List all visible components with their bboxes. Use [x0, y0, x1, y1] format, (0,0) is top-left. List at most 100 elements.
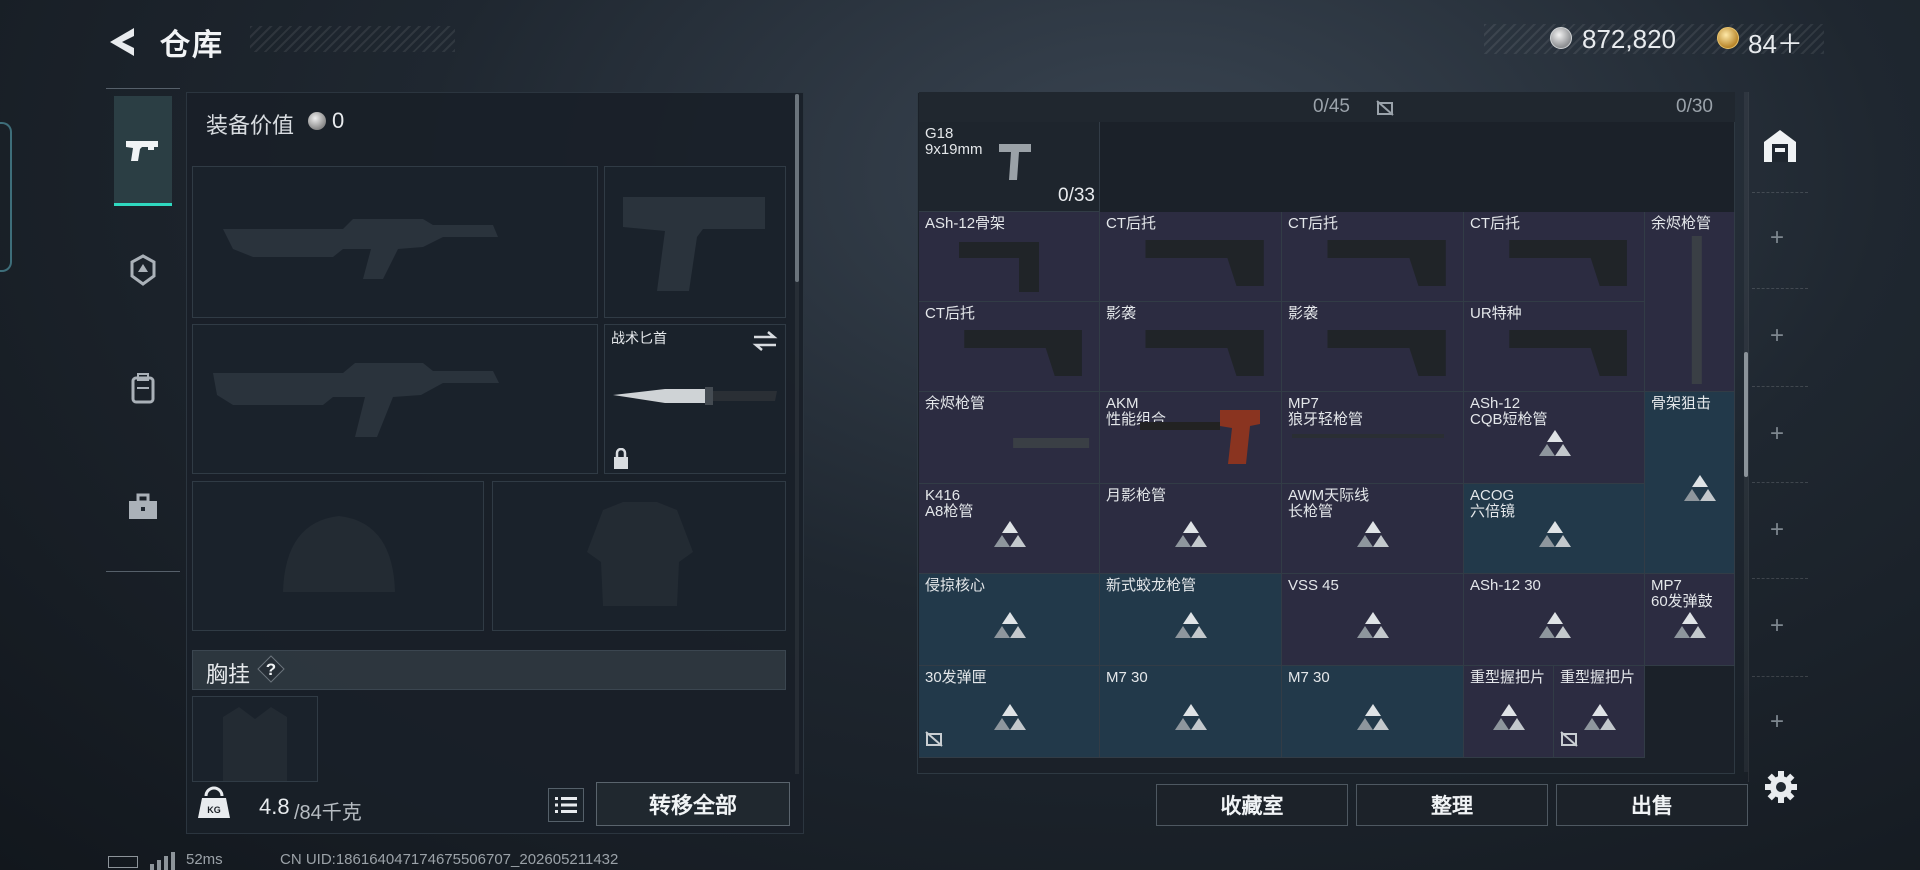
grid-item-cell[interactable]: 余烬枪管 [919, 392, 1100, 484]
grid-item-cell[interactable]: ASh-12骨架 [919, 212, 1100, 302]
item-name: M7 30 [1106, 669, 1148, 686]
grid-item-cell[interactable]: 新式蛟龙枪管 [1100, 574, 1282, 666]
grid-item-cell[interactable]: UR特种 [1464, 302, 1645, 392]
grid-item-cell[interactable]: ASh-12 CQB短枪管 [1464, 392, 1645, 484]
grid-item-cell[interactable]: G18 9x19mm 0/33 [919, 122, 1100, 212]
grid-item-cell[interactable]: AWM天际线 长枪管 [1282, 484, 1464, 574]
helmet-slot[interactable] [192, 481, 484, 631]
grid-item-cell[interactable]: 影袭 [1100, 302, 1282, 392]
item-name-label: ACOG 六倍镜 [1470, 488, 1515, 520]
chest-rig-label: 胸挂 [206, 662, 251, 687]
grid-item-cell[interactable]: VSS 45 [1282, 574, 1464, 666]
item-name-label: ASh-12 CQB短枪管 [1470, 396, 1548, 428]
pistol-silhouette-icon [623, 197, 765, 291]
add-storage-tab-button[interactable]: + [1770, 224, 1784, 252]
unknown-item-icon [1538, 430, 1571, 456]
list-view-button[interactable] [548, 788, 584, 822]
rail-divider [1752, 386, 1808, 387]
stock-icon [959, 242, 1039, 292]
barrel-icon [1013, 438, 1090, 448]
grid-item-cell[interactable]: ACOG 六倍镜 [1464, 484, 1645, 574]
secondary-weapon-slot[interactable] [604, 166, 786, 318]
item-name: 新式蛟龙枪管 [1106, 577, 1197, 594]
storage-tab-icon[interactable] [1760, 126, 1800, 166]
item-subtitle: 长枪管 [1288, 503, 1334, 520]
help-icon[interactable]: ? [256, 654, 286, 684]
unknown-item-icon [1175, 704, 1207, 730]
rail-divider [1752, 676, 1808, 677]
grid-item-cell[interactable]: MP7 狼牙轻枪管 [1282, 392, 1464, 484]
item-name-label: 月影枪管 [1106, 488, 1166, 504]
unknown-item-icon [1357, 704, 1389, 730]
collection-room-button[interactable]: 收藏室 [1156, 784, 1348, 826]
grid-item-cell[interactable]: 余烬枪管 [1645, 212, 1735, 392]
grid-item-cell[interactable]: AKM 性能组合 [1100, 392, 1282, 484]
add-storage-tab-button[interactable]: + [1770, 612, 1784, 640]
grid-item-cell[interactable]: 骨架狙击 [1645, 392, 1735, 574]
primary-weapon-slot-2[interactable] [192, 324, 598, 474]
tab-case[interactable] [114, 452, 172, 562]
add-storage-tab-button[interactable]: + [1770, 516, 1784, 544]
tab-equipment[interactable] [114, 215, 172, 325]
unknown-item-icon [1357, 521, 1389, 547]
organize-button[interactable]: 整理 [1356, 784, 1548, 826]
grid-item-cell[interactable]: CT后托 [1282, 212, 1464, 302]
battery-icon [108, 856, 138, 868]
item-subtitle: 60发弹鼓 [1651, 593, 1713, 610]
item-name: ASh-12 [1470, 395, 1521, 412]
rifle-silhouette-icon [223, 219, 498, 279]
grid-item-cell[interactable]: 侵掠核心 [919, 574, 1100, 666]
chest-rig-slot[interactable] [192, 696, 318, 782]
grid-item-cell[interactable]: M7 30 [1100, 666, 1282, 758]
vest-silhouette-icon [587, 502, 693, 606]
item-name: ASh-12 30 [1470, 577, 1541, 594]
item-name-label: AWM天际线 长枪管 [1288, 488, 1369, 520]
rail-divider [1752, 288, 1808, 289]
grid-item-cell[interactable]: CT后托 [919, 302, 1100, 392]
grid-item-cell[interactable]: 影袭 [1282, 302, 1464, 392]
tab-weapons[interactable] [114, 96, 172, 206]
item-name-label: M7 30 [1106, 670, 1148, 686]
no-trade-icon [1376, 100, 1394, 116]
unknown-item-icon [993, 704, 1026, 730]
item-name-label: 30发弹匣 [925, 670, 987, 686]
add-storage-tab-button[interactable]: + [1770, 708, 1784, 736]
swap-icon[interactable] [752, 330, 778, 352]
transfer-all-button[interactable]: 转移全部 [596, 782, 790, 826]
weight-current: 4.8 [259, 794, 290, 819]
grid-item-cell[interactable]: MP7 60发弹鼓 [1645, 574, 1735, 666]
primary-weapon-slot-1[interactable] [192, 166, 598, 318]
side-drawer-handle[interactable] [0, 122, 12, 272]
item-count: 0/45 [1313, 96, 1350, 117]
grid-item-cell[interactable]: M7 30 [1282, 666, 1464, 758]
equipment-value: 0 [332, 108, 345, 133]
grid-item-cell[interactable]: K416 A8枪管 [919, 484, 1100, 574]
grid-item-cell[interactable]: CT后托 [1464, 212, 1645, 302]
lock-icon [614, 448, 628, 469]
wooden-grip-icon [1140, 410, 1260, 464]
item-name-label: 侵掠核心 [925, 578, 985, 594]
grid-item-cell[interactable]: 重型握把片 [1554, 666, 1645, 758]
stock-icon [1145, 240, 1264, 286]
item-name-label: 重型握把片 [1470, 670, 1545, 686]
back-icon[interactable] [104, 24, 140, 60]
tab-backpack[interactable] [114, 333, 172, 443]
sell-button[interactable]: 出售 [1556, 784, 1748, 826]
grid-item-cell[interactable]: CT后托 [1100, 212, 1282, 302]
item-name-label: 骨架狙击 [1651, 396, 1711, 412]
silver-coin-icon [308, 112, 326, 130]
grid-item-cell[interactable]: 30发弹匣 [919, 666, 1100, 758]
grid-item-cell[interactable]: 重型握把片 [1464, 666, 1554, 758]
grid-item-cell[interactable]: 月影枪管 [1100, 484, 1282, 574]
title-decoration [250, 26, 455, 52]
loadout-scrollbar[interactable] [795, 94, 799, 282]
armor-slot[interactable] [492, 481, 786, 631]
gear-icon[interactable] [1764, 770, 1798, 804]
svg-text:KG: KG [207, 805, 221, 815]
add-storage-tab-button[interactable]: + [1770, 322, 1784, 350]
add-storage-tab-button[interactable]: + [1770, 420, 1784, 448]
grid-item-cell[interactable]: ASh-12 30 [1464, 574, 1645, 666]
unknown-item-icon [1493, 704, 1525, 730]
gold-currency-value[interactable]: 84＋ [1748, 24, 1803, 61]
rail-divider [1752, 482, 1808, 483]
